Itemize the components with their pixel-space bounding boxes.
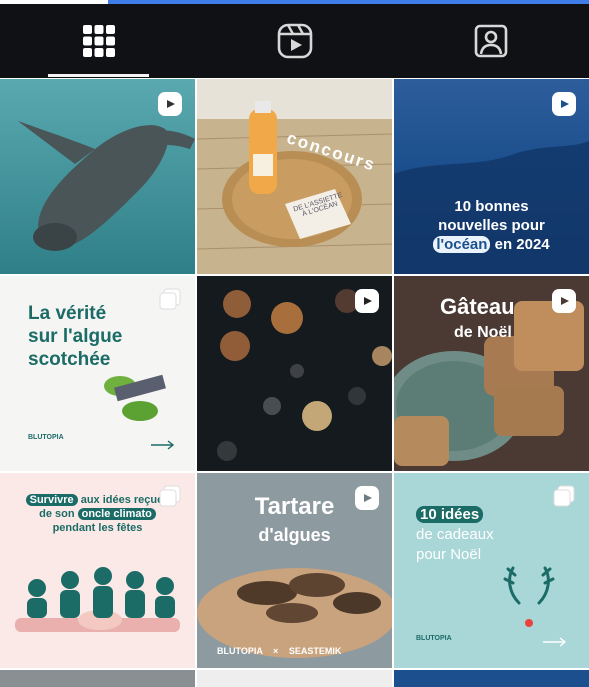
carousel-icon [159,485,181,507]
post-row4-1[interactable] [0,670,195,687]
post-gateau[interactable]: Gâteau de Noël [394,276,589,471]
reindeer-illustration [503,566,555,627]
post-survivre[interactable]: Survivre aux idées reçues de son oncle c… [0,473,195,668]
arrow-right-icon [543,637,567,647]
reel-icon [552,92,576,116]
gateau-line1: Gâteau [440,294,515,319]
family-dinner-illustration [15,567,180,632]
reel-icon [355,289,379,313]
tab-grid[interactable] [48,4,149,78]
post-row4-3[interactable] [394,670,589,687]
algue-line2: sur l'algue [28,326,123,347]
ocean-line3: l'océan en 2024 [394,235,589,254]
survivre-rest1: aux idées reçues [80,494,170,506]
profile-tab-bar [0,4,589,78]
grid-icon [82,25,115,57]
post-cadeaux[interactable]: 10 idées de cadeaux pour Noël BLUTOPIA [394,473,589,668]
algue-line1: La vérité [28,303,107,324]
survivre-line3: pendant les fêtes [52,522,143,534]
brand-seastemik: SEASTEMIK [288,646,342,656]
survivre-pre2: de son [39,508,75,520]
gateau-line2: de Noël [454,324,512,341]
post-bokeh[interactable] [197,276,392,471]
brand-blutopia: BLUTOPIA [217,646,263,656]
seaweed-tape-illustration [104,374,166,421]
survivre-line2: de son oncle climato [0,507,195,521]
post-ocean-news[interactable]: 10 bonnes nouvelles pour l'océan en 2024 [394,79,589,274]
post-algue[interactable]: La vérité sur l'algue scotchée BLUTOPIA [0,276,195,471]
post-concours[interactable]: concours DE L'ASSIETTE À L'OCÉAN [197,79,392,274]
active-tab-indicator [48,74,149,77]
tab-reels[interactable] [244,4,345,78]
post-tartare[interactable]: Tartare d'algues BLUTOPIA × SEASTEMIK [197,473,392,668]
cadeaux-highlight: 10 idées [416,506,484,523]
tab-tagged[interactable] [440,4,541,78]
reel-icon [552,289,576,313]
tartare-line2: d'algues [258,525,331,545]
tartare-brands: BLUTOPIA × SEASTEMIK [217,646,341,656]
tagged-icon [474,24,507,58]
ocean-highlight: l'océan [433,236,491,253]
algue-logo: BLUTOPIA [28,434,64,441]
cadeaux-logo: BLUTOPIA [416,635,452,642]
carousel-icon [553,485,575,507]
cadeaux-line3: pour Noël [416,546,482,563]
ocean-line2: nouvelles pour [438,217,545,234]
gateau-text: Gâteau de Noël [440,294,515,346]
reels-icon [277,23,312,59]
reel-icon [355,486,379,510]
reel-icon [158,92,182,116]
post-seal[interactable] [0,79,195,274]
ocean-news-text: 10 bonnes nouvelles pour l'océan en 2024 [394,197,589,254]
posts-grid: concours DE L'ASSIETTE À L'OCÉAN 10 bonn… [0,78,589,687]
ocean-line3-rest: en 2024 [494,236,550,253]
brand-separator: × [273,646,279,656]
cadeaux-text: 10 idées de cadeaux pour Noël [416,505,494,565]
post-row4-2[interactable] [197,670,392,687]
survivre-highlight2: oncle climato [77,508,156,520]
cadeaux-line2: de cadeaux [416,526,494,543]
ocean-line1: 10 bonnes [454,198,529,215]
carousel-icon [159,288,181,310]
arrow-right-icon [151,440,175,450]
survivre-highlight: Survivre [25,494,78,506]
juice-photo [197,79,392,274]
